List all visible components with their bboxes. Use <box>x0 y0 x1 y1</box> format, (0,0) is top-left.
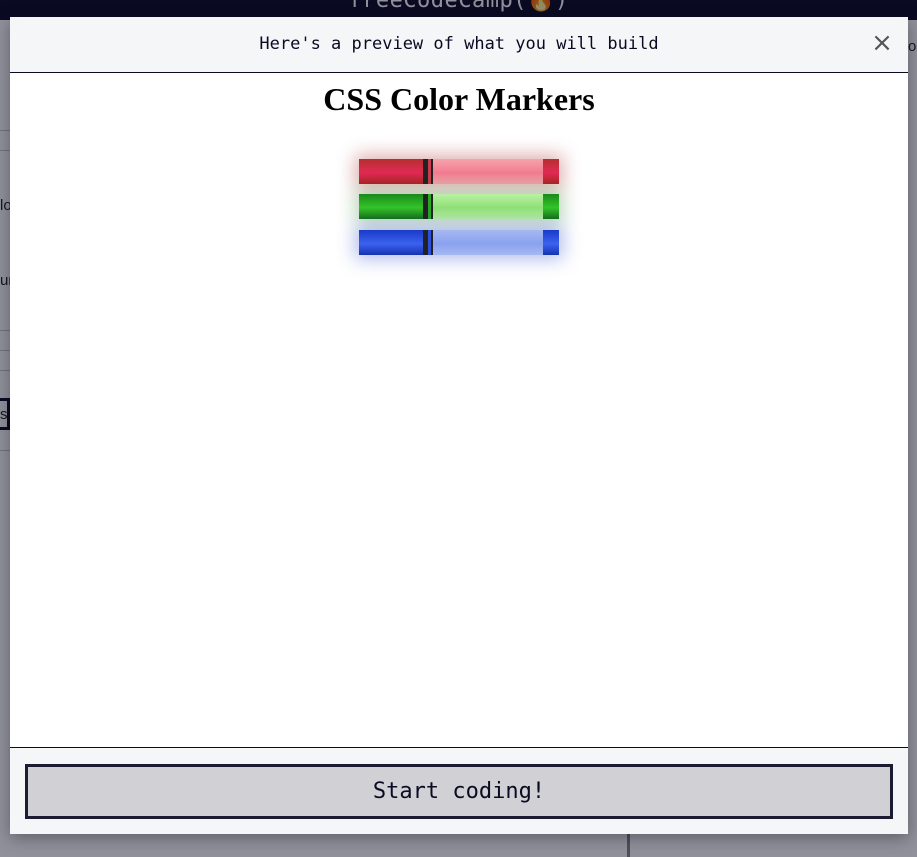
start-coding-button[interactable]: Start coding! <box>25 764 893 819</box>
marker-tip <box>543 159 559 184</box>
modal-header: Here's a preview of what you will build … <box>10 17 908 73</box>
close-icon[interactable]: × <box>870 29 894 57</box>
preview-modal: Here's a preview of what you will build … <box>10 17 908 834</box>
marker-cap <box>359 230 423 255</box>
marker-cap <box>359 159 423 184</box>
green-marker <box>359 194 559 219</box>
marker-tip <box>543 230 559 255</box>
marker-tip <box>543 194 559 219</box>
modal-title: Here's a preview of what you will build <box>259 34 659 54</box>
blue-marker <box>359 230 559 255</box>
marker-sleeve <box>431 159 433 184</box>
marker-sleeve <box>431 194 433 219</box>
marker-cap <box>359 194 423 219</box>
red-marker <box>359 159 559 184</box>
marker-sleeve <box>431 230 433 255</box>
modal-footer: Start coding! <box>10 747 908 834</box>
preview-heading: CSS Color Markers <box>323 81 595 117</box>
modal-body: CSS Color Markers <box>10 73 908 747</box>
